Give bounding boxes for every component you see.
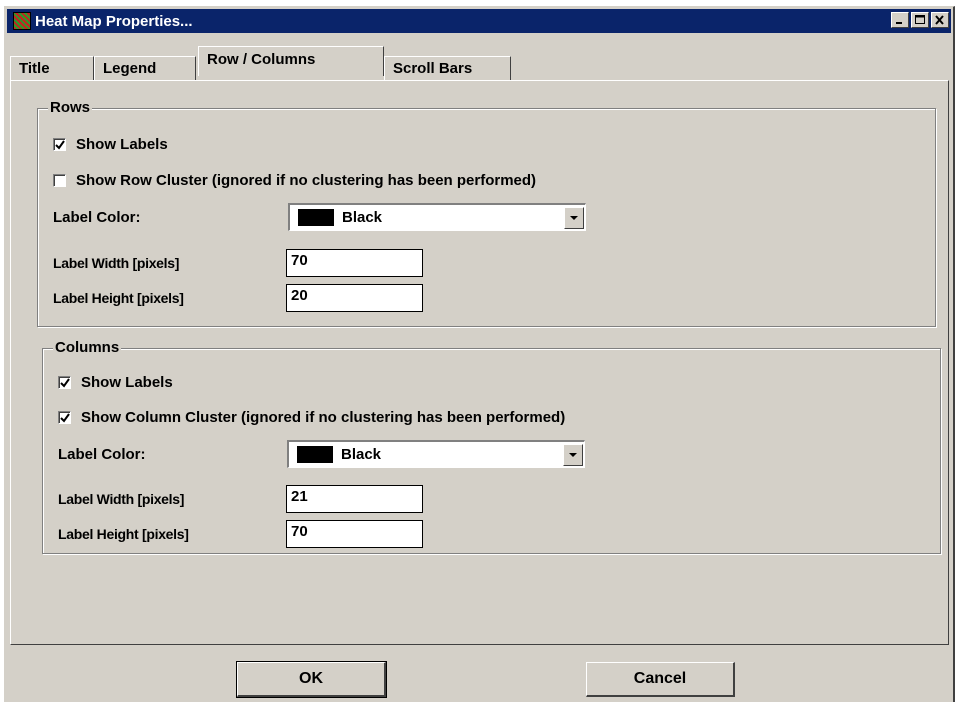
close-icon	[935, 15, 944, 25]
rows-show-labels[interactable]: Show Labels	[53, 136, 168, 153]
columns-label-color-select[interactable]: Black	[287, 440, 585, 468]
rows-label-width-label: Label Width [pixels]	[53, 255, 180, 271]
color-swatch	[297, 446, 333, 463]
color-swatch	[298, 209, 334, 226]
rows-show-labels-label: Show Labels	[76, 136, 168, 153]
columns-show-cluster[interactable]: Show Column Cluster (ignored if no clust…	[58, 409, 565, 426]
tab-scroll-bars[interactable]: Scroll Bars	[384, 56, 511, 80]
window-title: Heat Map Properties...	[35, 12, 193, 30]
columns-label-width-input[interactable]: 21	[286, 485, 423, 513]
check-icon	[60, 413, 70, 423]
columns-group: Columns Show Labels Show Column Cluster …	[42, 339, 941, 554]
rows-group-title: Rows	[48, 99, 93, 116]
ok-button[interactable]: OK	[236, 661, 387, 698]
check-icon	[55, 140, 65, 150]
rows-show-cluster[interactable]: Show Row Cluster (ignored if no clusteri…	[53, 172, 536, 189]
maximize-button[interactable]	[911, 12, 929, 28]
columns-label-color-text: Label Color:	[58, 446, 146, 463]
tab-panel: Rows Show Labels Show Row Cluster (ignor…	[10, 80, 949, 645]
rows-label-width: Label Width [pixels]	[53, 255, 179, 271]
tab-row-columns[interactable]: Row / Columns	[198, 46, 384, 76]
rows-show-cluster-checkbox[interactable]	[53, 174, 66, 187]
rows-group: Rows Show Labels Show Row Cluster (ignor…	[37, 99, 936, 327]
rows-label-color-text: Label Color:	[53, 209, 141, 226]
columns-show-cluster-checkbox[interactable]	[58, 411, 71, 424]
rows-label-height: Label Height [pixels]	[53, 290, 184, 306]
columns-show-labels-label: Show Labels	[81, 374, 173, 391]
minimize-button[interactable]	[891, 12, 909, 28]
tab-title[interactable]: Title	[10, 56, 94, 80]
chevron-down-icon	[570, 215, 578, 220]
rows-label-color-value: Black	[342, 209, 383, 226]
maximize-icon	[915, 15, 925, 24]
title-bar[interactable]: Heat Map Properties...	[7, 9, 951, 33]
tab-legend[interactable]: Legend	[94, 56, 196, 80]
columns-label-color-value: Black	[341, 446, 382, 463]
heatmap-icon	[13, 12, 31, 30]
columns-label-width: Label Width [pixels]	[58, 491, 184, 507]
dropdown-button[interactable]	[563, 443, 583, 466]
cancel-button[interactable]: Cancel	[586, 662, 735, 697]
columns-show-labels[interactable]: Show Labels	[58, 374, 173, 391]
dropdown-button[interactable]	[564, 206, 584, 229]
chevron-down-icon	[569, 452, 577, 457]
rows-label-color-select[interactable]: Black	[288, 203, 586, 231]
rows-label-height-input[interactable]: 20	[286, 284, 423, 312]
columns-label-color-label: Label Color:	[58, 446, 146, 463]
rows-show-cluster-label: Show Row Cluster (ignored if no clusteri…	[76, 172, 537, 189]
columns-show-cluster-label: Show Column Cluster (ignored if no clust…	[81, 409, 566, 426]
minimize-icon	[896, 22, 902, 24]
rows-label-height-label: Label Height [pixels]	[53, 290, 184, 306]
columns-label-width-label: Label Width [pixels]	[58, 491, 185, 507]
check-icon	[60, 378, 70, 388]
rows-label-width-input[interactable]: 70	[286, 249, 423, 277]
columns-label-height: Label Height [pixels]	[58, 526, 189, 542]
rows-show-labels-checkbox[interactable]	[53, 138, 66, 151]
window-controls	[889, 12, 949, 28]
rows-label-color-label: Label Color:	[53, 209, 141, 226]
columns-show-labels-checkbox[interactable]	[58, 376, 71, 389]
columns-group-title: Columns	[53, 339, 122, 356]
close-button[interactable]	[931, 12, 949, 28]
columns-label-height-input[interactable]: 70	[286, 520, 423, 548]
columns-label-height-label: Label Height [pixels]	[58, 526, 189, 542]
